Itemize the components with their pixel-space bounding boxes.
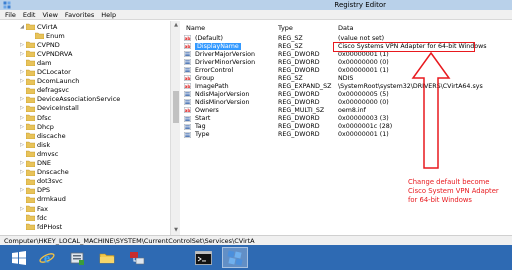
svg-text:e: e	[44, 251, 50, 266]
taskbar-server-manager[interactable]	[64, 247, 90, 268]
annotation-arrow	[411, 51, 451, 169]
file-explorer-icon	[99, 253, 115, 263]
server-manager-icon	[70, 252, 84, 265]
registry-editor-icon	[227, 249, 243, 266]
network-icon	[130, 251, 145, 264]
taskbar-network[interactable]	[124, 247, 150, 268]
windows-start-icon	[12, 250, 26, 265]
taskbar-start-button[interactable]	[6, 247, 32, 268]
taskbar: e	[0, 245, 512, 270]
taskbar-file-explorer[interactable]	[94, 247, 120, 268]
status-bar-key-path: Computer\HKEY_LOCAL_MACHINE\SYSTEM\Curre…	[0, 235, 512, 245]
taskbar-command-prompt[interactable]	[190, 247, 216, 268]
taskbar-registry-editor[interactable]	[222, 247, 248, 268]
command-prompt-icon	[194, 250, 212, 265]
annotation-note: Change default become Cisco System VPN A…	[408, 178, 499, 204]
taskbar-internet-explorer[interactable]: e	[34, 247, 60, 268]
internet-explorer-icon: e	[39, 251, 55, 266]
